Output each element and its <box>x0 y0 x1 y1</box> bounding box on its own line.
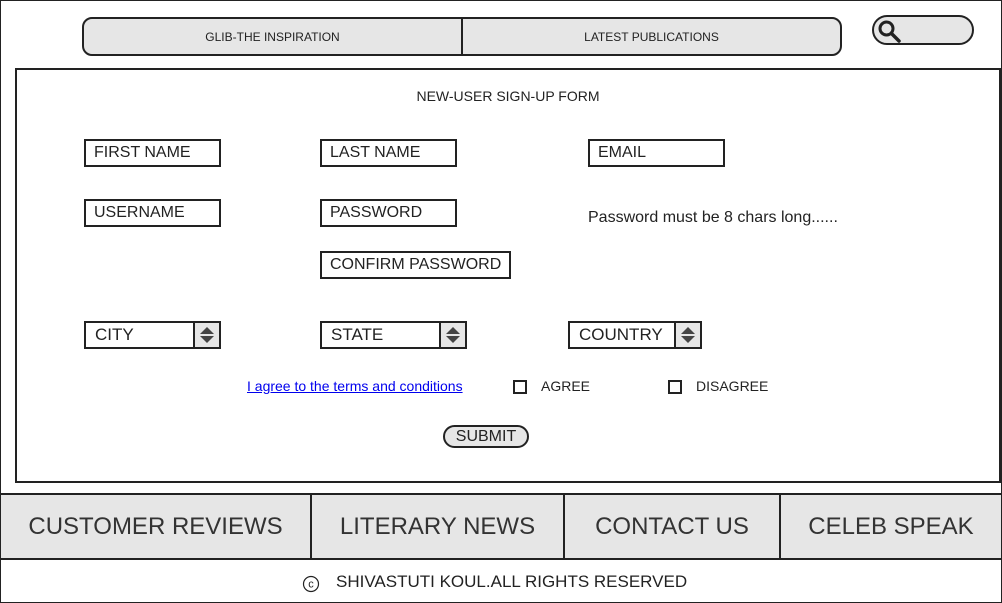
city-stepper[interactable] <box>193 323 219 347</box>
bottom-nav: CUSTOMER REVIEWS LITERARY NEWS CONTACT U… <box>1 493 1001 560</box>
terms-link[interactable]: I agree to the terms and conditions <box>247 378 463 394</box>
form-title: NEW-USER SIGN-UP FORM <box>416 88 600 104</box>
up-down-arrows-icon <box>446 327 460 343</box>
disagree-checkbox[interactable] <box>668 380 682 394</box>
state-select[interactable]: STATE <box>320 321 467 349</box>
up-down-arrows-icon <box>200 327 214 343</box>
state-stepper[interactable] <box>439 323 465 347</box>
svg-text:c: c <box>308 579 314 591</box>
email-field[interactable] <box>588 139 725 167</box>
country-stepper[interactable] <box>674 323 700 347</box>
country-select-value: COUNTRY <box>579 325 663 344</box>
search-input[interactable] <box>904 21 970 41</box>
state-select-value: STATE <box>331 325 384 344</box>
disagree-label: DISAGREE <box>696 378 769 394</box>
last-name-field[interactable] <box>320 139 457 167</box>
search-icon[interactable] <box>877 19 901 43</box>
nav-literary-news[interactable]: LITERARY NEWS <box>310 495 563 558</box>
agree-label: AGREE <box>541 378 591 394</box>
first-name-field[interactable] <box>84 139 221 167</box>
top-nav: GLIB-THE INSPIRATION LATEST PUBLICATIONS <box>82 17 842 56</box>
tab-latest-publications[interactable]: LATEST PUBLICATIONS <box>461 19 840 54</box>
password-hint: Password must be 8 chars long...... <box>588 209 838 226</box>
copyright-icon: c <box>302 575 320 593</box>
password-field[interactable] <box>320 199 457 227</box>
tab-glib-the-inspiration[interactable]: GLIB-THE INSPIRATION <box>84 19 461 54</box>
up-down-arrows-icon <box>681 327 695 343</box>
confirm-password-field[interactable] <box>320 251 511 279</box>
nav-customer-reviews[interactable]: CUSTOMER REVIEWS <box>1 495 310 558</box>
footer: c SHIVASTUTI KOUL.ALL RIGHTS RESERVED <box>0 572 1002 594</box>
nav-celeb-speak[interactable]: CELEB SPEAK <box>779 495 1001 558</box>
copyright-text: SHIVASTUTI KOUL.ALL RIGHTS RESERVED <box>336 572 688 591</box>
country-select[interactable]: COUNTRY <box>568 321 702 349</box>
city-select[interactable]: CITY <box>84 321 221 349</box>
submit-button[interactable]: SUBMIT <box>443 425 529 448</box>
city-select-value: CITY <box>95 325 134 344</box>
agree-checkbox[interactable] <box>513 380 527 394</box>
search-box[interactable] <box>872 15 974 45</box>
nav-contact-us[interactable]: CONTACT US <box>563 495 779 558</box>
username-field[interactable] <box>84 199 221 227</box>
